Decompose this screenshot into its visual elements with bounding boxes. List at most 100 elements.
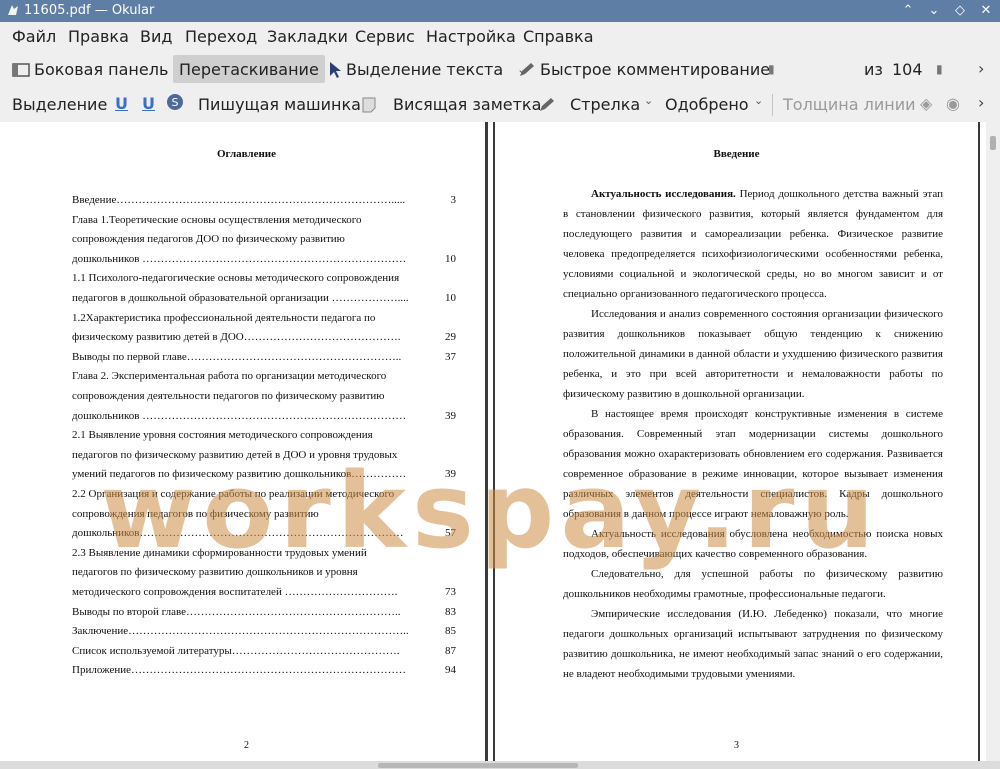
page-3: Введение Актуальность исследования. Пери… bbox=[493, 122, 980, 761]
drag-tool-button[interactable]: Перетаскивание bbox=[173, 55, 325, 83]
lead-text: Актуальность исследования. bbox=[591, 188, 736, 200]
maximize-icon[interactable]: ◇ bbox=[952, 3, 968, 18]
toc-entry: дошкольников ……………………………………………………………… bbox=[72, 409, 407, 422]
sidebar-icon bbox=[12, 62, 30, 77]
keep-above-icon[interactable]: ⌃ bbox=[900, 3, 916, 18]
toc-entry: умений педагогов по физическому развитию… bbox=[72, 468, 407, 481]
toc-entry: педагогов в дошкольной образовательной о… bbox=[72, 292, 409, 304]
toolbar-divider bbox=[772, 94, 773, 116]
strikeout-icon[interactable]: S bbox=[167, 94, 183, 110]
stamp-chevron-icon[interactable]: ⌄ bbox=[754, 94, 763, 107]
toc-entry: Глава 1.Теоретические основы осуществлен… bbox=[72, 213, 362, 226]
quick-comment-button[interactable]: Быстрое комментирование bbox=[518, 60, 770, 79]
paragraph: Актуальность исследования обусловлена не… bbox=[563, 528, 943, 560]
paragraph: В настоящее время происходят конструктив… bbox=[563, 408, 943, 520]
arrow-tool-icon bbox=[540, 98, 554, 111]
toolbar-overflow-icon[interactable]: › bbox=[978, 59, 984, 78]
menu-settings[interactable]: Настройка bbox=[426, 27, 516, 46]
close-icon[interactable]: ✕ bbox=[978, 3, 994, 18]
highlight-tool[interactable]: Выделение bbox=[12, 95, 107, 114]
pop-up-note-tool[interactable]: Висящая заметка bbox=[393, 95, 541, 114]
page-total: 104 bbox=[892, 60, 923, 79]
scroll-thumb[interactable] bbox=[990, 136, 996, 150]
toc-page-number: 39 bbox=[445, 468, 456, 481]
arrow-tool[interactable]: Стрелка bbox=[570, 95, 640, 114]
horizontal-scrollbar[interactable] bbox=[0, 761, 1000, 769]
menu-view[interactable]: Вид bbox=[140, 27, 172, 46]
sidebar-button-label: Боковая панель bbox=[34, 60, 169, 79]
okular-app-icon bbox=[8, 5, 18, 15]
text-select-label: Выделение текста bbox=[346, 60, 504, 79]
document-view[interactable]: Оглавление Введение………………………………………………………… bbox=[0, 122, 986, 761]
menu-help[interactable]: Справка bbox=[523, 27, 594, 46]
typewriter-tool[interactable]: Пишущая машинка bbox=[198, 95, 361, 114]
toc-entry: педагогов по физическому развитию дошкол… bbox=[72, 566, 358, 579]
cursor-arrow-icon bbox=[330, 61, 341, 78]
color-icon[interactable]: ◈ bbox=[920, 94, 932, 113]
drag-tool-label: Перетаскивание bbox=[179, 59, 319, 79]
toc-page-number: 83 bbox=[445, 605, 456, 618]
underline-icon[interactable]: U bbox=[115, 94, 128, 113]
toc-page-number: 57 bbox=[445, 527, 456, 540]
intro-title: Введение bbox=[713, 148, 760, 160]
toc-entry: Выводы по второй главе………………………………………………… bbox=[72, 605, 401, 618]
toc-entry: сопровождения педагогов по физическому р… bbox=[72, 507, 319, 520]
menu-tools[interactable]: Сервис bbox=[355, 27, 415, 46]
toc-entry: 1.2Характеристика профессиональной деяте… bbox=[72, 311, 376, 324]
paragraph: Актуальность исследования. Период дошкол… bbox=[563, 184, 943, 304]
toc-page-number: 85 bbox=[445, 625, 456, 638]
toc-entry: дошкольников ……………………………………………………………… bbox=[72, 252, 407, 265]
toc-entry: сопровождения деятельности педагогов по … bbox=[72, 390, 385, 402]
vertical-scrollbar[interactable] bbox=[986, 122, 1000, 761]
note-icon bbox=[362, 97, 376, 113]
toc-entry: педагогов по физическому развитию детей … bbox=[72, 448, 398, 461]
previous-page-icon[interactable]: ▮ bbox=[768, 62, 775, 76]
toc-page-number: 10 bbox=[445, 292, 456, 304]
annotation-toolbar: Выделение U U S Пишущая машинка Висящая … bbox=[0, 88, 1000, 123]
toc-entry: Заключение………………………………………………………………….. bbox=[72, 625, 409, 638]
title-bar: 11605.pdf — Okular ⌃ ⌄ ◇ ✕ bbox=[0, 0, 1000, 22]
pen-icon bbox=[520, 62, 534, 76]
toc-page-number: 10 bbox=[445, 252, 456, 265]
menu-edit[interactable]: Правка bbox=[68, 27, 129, 46]
toc-page-number: 29 bbox=[445, 331, 456, 344]
page-of-label: из bbox=[864, 60, 883, 79]
menu-go[interactable]: Переход bbox=[185, 27, 257, 46]
page-2: Оглавление Введение………………………………………………………… bbox=[8, 122, 488, 761]
toc-page-number: 37 bbox=[445, 350, 456, 363]
page-number: 2 bbox=[244, 740, 249, 751]
toc-entry: физическому развитию детей в ДОО……………………… bbox=[72, 331, 401, 344]
toc-entry: Выводы по первой главе………………………………………………… bbox=[72, 350, 402, 363]
toolbar2-overflow-icon[interactable]: › bbox=[978, 93, 984, 112]
toc-page-number: 3 bbox=[450, 194, 457, 206]
next-page-icon[interactable]: ▮ bbox=[936, 62, 943, 76]
opacity-icon[interactable]: ◉ bbox=[946, 94, 960, 113]
scroll-thumb[interactable] bbox=[378, 763, 578, 768]
squiggle-icon[interactable]: U bbox=[142, 94, 155, 113]
main-toolbar: Боковая панель Перетаскивание Выделение … bbox=[0, 50, 1000, 134]
minimize-icon[interactable]: ⌄ bbox=[926, 3, 942, 18]
menu-file[interactable]: Файл bbox=[12, 27, 56, 46]
line-width-control[interactable]: Толщина линии bbox=[783, 95, 916, 114]
stamp-tool[interactable]: Одобрено bbox=[665, 95, 749, 114]
text-select-button[interactable]: Выделение текста ⌄ bbox=[328, 60, 526, 79]
paragraph: Исследования и анализ современного состо… bbox=[563, 308, 943, 400]
arrow-chevron-icon[interactable]: ⌄ bbox=[644, 94, 653, 107]
paragraph: Эмпирические исследования (И.Ю. Лебеденк… bbox=[563, 608, 943, 680]
window-title: 11605.pdf — Okular bbox=[24, 3, 155, 18]
toc-entry: 2.2 Организация и содержание работы по р… bbox=[72, 488, 395, 500]
paragraph-text: Период дошкольного детства важный этап в… bbox=[563, 188, 943, 300]
toc-entry: Список используемой литературы…………………………… bbox=[72, 644, 400, 657]
toc-entry: Приложение………………………………………………………………… bbox=[72, 664, 407, 677]
sidebar-button[interactable]: Боковая панель bbox=[12, 60, 168, 79]
toc-page-number: 94 bbox=[445, 664, 456, 677]
toc-entry: Введение…………………………………………………………………..... bbox=[72, 194, 406, 206]
toc-entry: 2.1 Выявление уровня состояния методичес… bbox=[72, 429, 373, 442]
toc-entry: методического сопровождения воспитателей… bbox=[72, 586, 398, 598]
toc-title: Оглавление bbox=[216, 148, 277, 160]
menu-bookmarks[interactable]: Закладки bbox=[267, 27, 348, 46]
toc-page-number: 73 bbox=[445, 586, 456, 598]
toc-entry: Глава 2. Экспериментальная работа по орг… bbox=[72, 370, 387, 383]
toc-page-number: 39 bbox=[445, 409, 456, 422]
paragraph: Следовательно, для успешной работы по фи… bbox=[563, 568, 943, 600]
